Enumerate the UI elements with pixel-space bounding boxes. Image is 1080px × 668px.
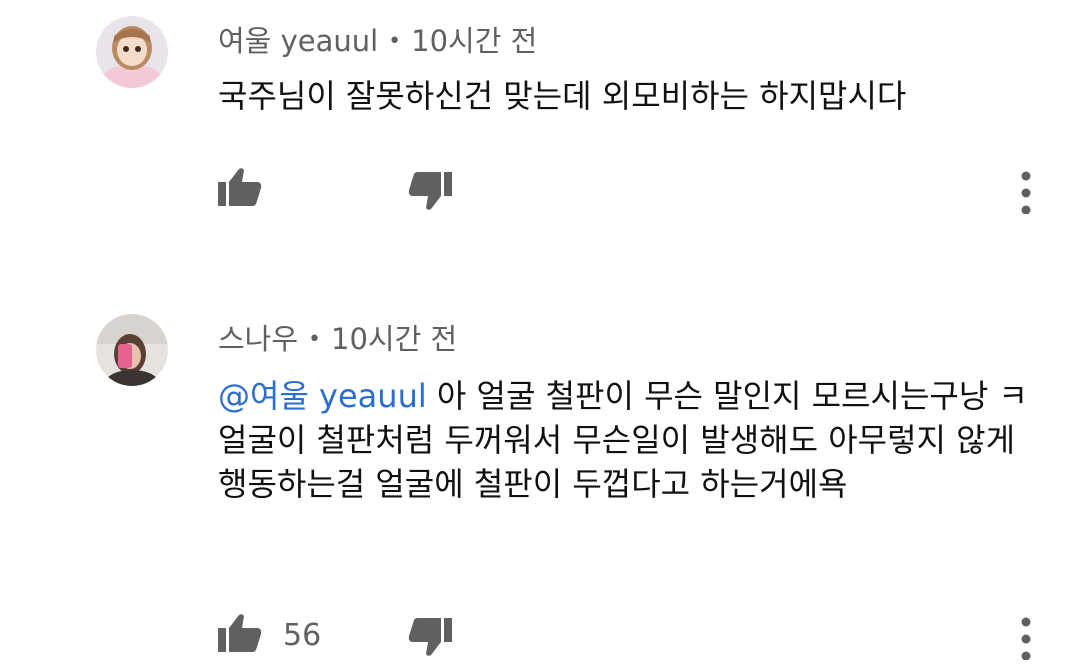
comment-text: @여울 yeauul 아 얼굴 철판이 무슨 말인지 모르시는구낭 ㅋ 얼굴이 … (218, 374, 1048, 506)
more-options-button[interactable] (1012, 166, 1040, 214)
meta-separator: • (308, 327, 322, 352)
dislike-button[interactable] (406, 616, 460, 666)
more-vertical-icon (1021, 171, 1031, 214)
comment-meta: 여울 yeauul • 10시간 전 (218, 18, 537, 60)
like-button[interactable] (214, 612, 268, 662)
like-button[interactable] (214, 166, 268, 216)
thumbs-down-icon (408, 618, 452, 656)
comment-meta: 스나우 • 10시간 전 (218, 316, 457, 358)
dislike-button[interactable] (406, 170, 460, 220)
thumbs-up-icon (218, 614, 262, 652)
comment-time[interactable]: 10시간 전 (411, 24, 537, 58)
thumbs-down-icon (408, 172, 452, 210)
comment-text: 국주님이 잘못하신건 맞는데 외모비하는 하지맙시다 (218, 74, 1048, 118)
doll-avatar-icon (96, 16, 168, 88)
comment-body: 국주님이 잘못하신건 맞는데 외모비하는 하지맙시다 (218, 77, 907, 115)
thumbs-up-icon (218, 168, 262, 206)
comment-action-bar (0, 166, 1080, 216)
comment-action-bar: 56 (0, 612, 1080, 662)
author-avatar[interactable] (96, 16, 168, 88)
author-avatar[interactable] (96, 314, 168, 386)
more-options-button[interactable] (1012, 612, 1040, 660)
author-name[interactable]: 스나우 (218, 322, 298, 356)
like-count: 56 (283, 618, 322, 653)
mention-link[interactable]: @여울 yeauul (218, 377, 427, 415)
more-vertical-icon (1021, 617, 1031, 660)
selfie-avatar-icon (96, 314, 168, 386)
comment-time[interactable]: 10시간 전 (331, 322, 457, 356)
meta-separator: • (388, 29, 402, 54)
author-name[interactable]: 여울 yeauul (218, 24, 378, 58)
